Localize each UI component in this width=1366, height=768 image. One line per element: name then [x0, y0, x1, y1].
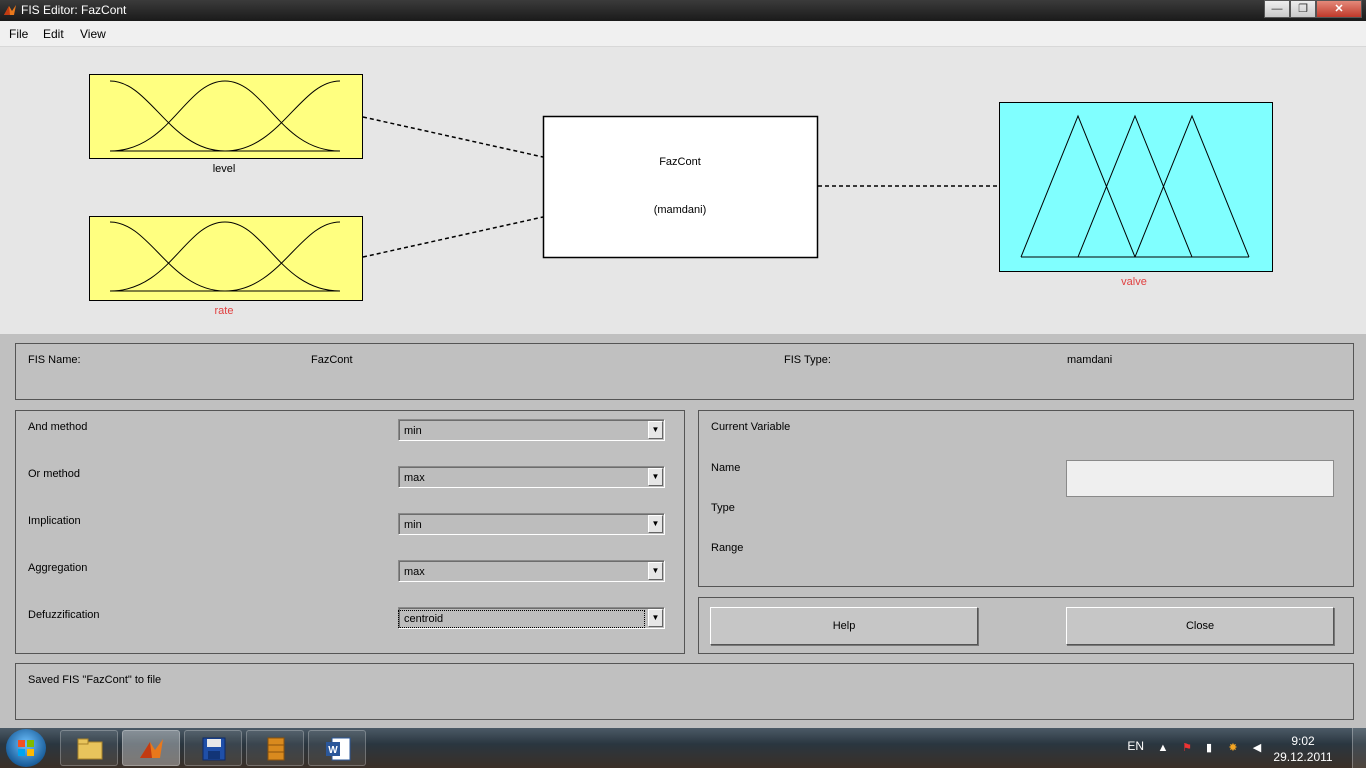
methods-panel: And method min ▼ Or method max ▼ Implica…	[15, 410, 685, 654]
system-box[interactable]	[542, 115, 819, 259]
defuzzification-label: Defuzzification	[28, 609, 100, 621]
current-variable-title: Current Variable	[711, 421, 791, 433]
fis-name-value: FazCont	[311, 354, 353, 366]
variable-type-label: Type	[711, 502, 735, 514]
variable-name-label: Name	[711, 462, 741, 474]
show-hidden-icons-icon[interactable]: ▲	[1156, 741, 1170, 755]
taskbar-matlab[interactable]	[122, 730, 180, 766]
window-title-bar[interactable]: FIS Editor: FazCont — ❐ ✕	[0, 0, 1366, 21]
matlab-icon	[4, 5, 16, 15]
or-method-value: max	[404, 472, 425, 484]
language-indicator[interactable]: EN	[1127, 739, 1144, 753]
connector-level-system	[362, 116, 544, 158]
chevron-down-icon[interactable]: ▼	[648, 515, 663, 533]
svg-text:W: W	[328, 745, 338, 756]
menu-edit[interactable]: Edit	[43, 27, 64, 41]
defuzzification-select[interactable]: centroid ▼	[398, 607, 665, 629]
menu-view[interactable]: View	[80, 27, 106, 41]
action-center-flag-icon[interactable]: ⚑	[1180, 741, 1194, 755]
fis-diagram-canvas	[89, 74, 1273, 301]
close-button[interactable]: Close	[1066, 607, 1334, 645]
current-variable-panel: Current Variable Name Type Range	[698, 410, 1354, 587]
clock-date: 29.12.2011	[1273, 750, 1333, 764]
system-name: FazCont	[659, 156, 701, 168]
help-button[interactable]: Help	[710, 607, 978, 645]
matlab-icon	[140, 739, 163, 758]
status-panel: Saved FIS "FazCont" to file	[15, 663, 1354, 720]
input-box-rate[interactable]	[89, 216, 363, 301]
taskbar-word[interactable]: W	[308, 730, 366, 766]
defuzzification-value: centroid	[398, 610, 645, 628]
taskbar-explorer[interactable]	[60, 730, 118, 766]
output-box-valve[interactable]	[999, 102, 1273, 272]
and-method-label: And method	[28, 421, 88, 433]
volume-icon[interactable]: ◀	[1250, 741, 1264, 755]
folder-icon	[77, 738, 103, 760]
or-method-select[interactable]: max ▼	[398, 466, 665, 488]
and-method-select[interactable]: min ▼	[398, 419, 665, 441]
menu-file[interactable]: File	[9, 27, 28, 41]
fis-type-value: mamdani	[1067, 354, 1113, 366]
maximize-button[interactable]: ❐	[1290, 0, 1316, 18]
window-controls: — ❐ ✕	[1264, 0, 1362, 18]
fis-info-panel: FIS Name: FazCont FIS Type: mamdani	[15, 343, 1354, 400]
device-icon[interactable]: ▮	[1202, 741, 1216, 755]
or-method-label: Or method	[28, 468, 80, 480]
chevron-down-icon[interactable]: ▼	[648, 421, 663, 439]
clock-time: 9:02	[1291, 734, 1315, 748]
word-document-icon: W	[326, 737, 351, 761]
taskbar-save[interactable]	[184, 730, 242, 766]
fis-type-label: FIS Type:	[784, 354, 831, 366]
implication-value: min	[404, 519, 422, 531]
status-message: Saved FIS "FazCont" to file	[28, 674, 162, 686]
aggregation-select[interactable]: max ▼	[398, 560, 665, 582]
start-button[interactable]	[6, 729, 46, 767]
floppy-disk-icon	[202, 737, 226, 761]
minimize-button[interactable]: —	[1264, 0, 1290, 18]
buttons-panel: Help Close	[698, 597, 1354, 654]
menu-bar: File Edit View	[0, 21, 1366, 47]
fis-name-label: FIS Name:	[28, 354, 81, 366]
aggregation-value: max	[404, 566, 425, 578]
close-window-button[interactable]: ✕	[1316, 0, 1362, 18]
chevron-down-icon[interactable]: ▼	[648, 468, 663, 486]
system-tray: EN ▲ ⚑ ▮ ✸ ◀ 9:02 29.12.2011	[1106, 728, 1366, 768]
aggregation-label: Aggregation	[28, 562, 88, 574]
implication-select[interactable]: min ▼	[398, 513, 665, 535]
chevron-down-icon[interactable]: ▼	[648, 609, 663, 627]
and-method-value: min	[404, 425, 422, 437]
output-label-valve: valve	[1121, 276, 1147, 288]
variable-range-label: Range	[711, 542, 744, 554]
network-icon[interactable]: ✸	[1226, 741, 1240, 755]
connector-rate-system	[362, 216, 544, 258]
books-icon	[267, 737, 285, 761]
chevron-down-icon[interactable]: ▼	[648, 562, 663, 580]
taskbar: W EN ▲ ⚑ ▮ ✸ ◀ 9:02 29.12.2011	[0, 728, 1366, 768]
input-label-level: level	[212, 163, 236, 175]
input-box-level[interactable]	[89, 74, 363, 159]
variable-name-field[interactable]	[1066, 460, 1334, 497]
taskbar-archive[interactable]	[246, 730, 304, 766]
windows-logo-icon	[18, 740, 34, 756]
window-title: FIS Editor: FazCont	[21, 3, 127, 17]
implication-label: Implication	[28, 515, 81, 527]
fis-diagram: level rate FazCont (mamdani) valve	[0, 47, 1366, 334]
input-label-rate: rate	[214, 305, 234, 317]
clock[interactable]: 9:02 29.12.2011	[1268, 733, 1338, 765]
show-desktop-button[interactable]	[1352, 728, 1366, 768]
system-type: (mamdani)	[653, 204, 707, 216]
